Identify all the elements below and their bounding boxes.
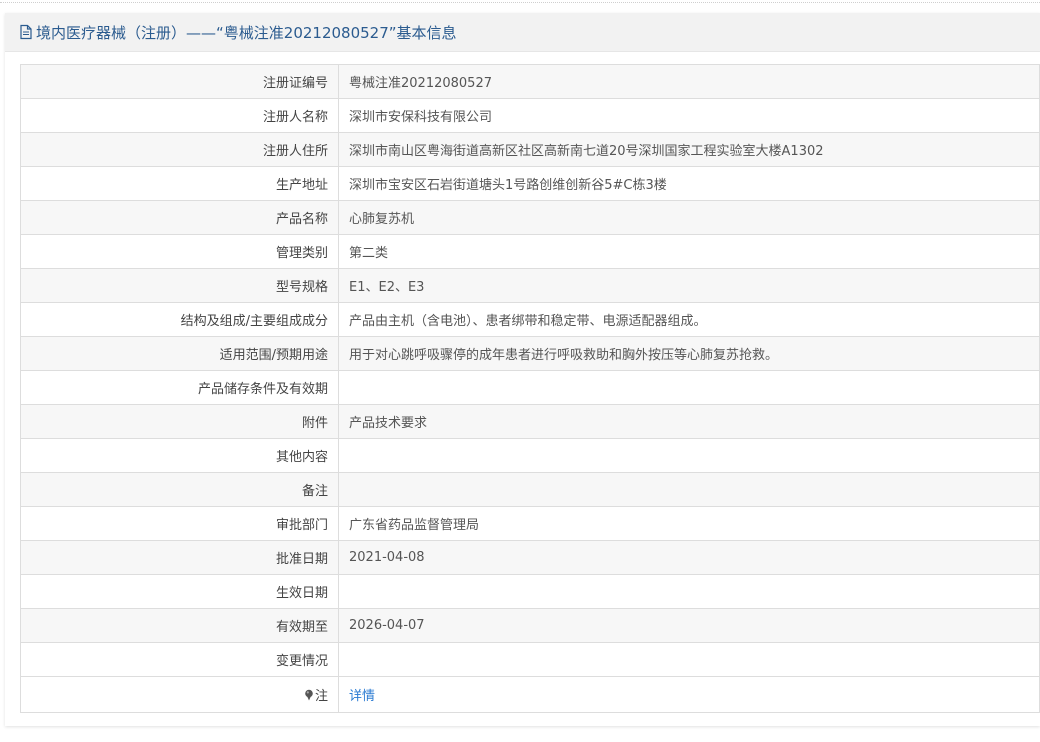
row-value — [338, 472, 1040, 507]
table-row: 型号规格 E1、E2、E3 — [20, 268, 1040, 303]
table-row: 附件 产品技术要求 — [20, 404, 1040, 439]
row-label: 管理类别 — [20, 234, 339, 269]
row-label: 注册人住所 — [20, 132, 339, 167]
table-row-note: 注 详情 — [20, 676, 1040, 713]
row-value: 广东省药品监督管理局 — [338, 506, 1040, 541]
row-value: 粤械注准20212080527 — [338, 64, 1040, 99]
row-value: 深圳市南山区粤海街道高新区社区高新南七道20号深圳国家工程实验室大楼A1302 — [338, 132, 1040, 167]
table-row: 注册人住所 深圳市南山区粤海街道高新区社区高新南七道20号深圳国家工程实验室大楼A… — [20, 132, 1040, 167]
detail-panel: 境内医疗器械（注册）——“粤械注准20212080527”基本信息 注册证编号粤… — [5, 13, 1040, 726]
row-value: 深圳市安保科技有限公司 — [338, 98, 1040, 133]
table-row: 备注 — [20, 472, 1040, 507]
table-row: 变更情况 — [20, 642, 1040, 677]
pin-icon — [304, 689, 314, 701]
table-row: 注册人名称 深圳市安保科技有限公司 — [20, 98, 1040, 133]
row-label: 批准日期 — [20, 540, 339, 575]
row-value: 深圳市宝安区石岩街道塘头1号路创维创新谷5#C栋3楼 — [338, 166, 1040, 201]
table-row: 结构及组成/主要组成成分 产品由主机（含电池）、患者绑带和稳定带、电源适配器组成。 — [20, 302, 1040, 337]
row-label: 变更情况 — [20, 642, 339, 677]
row-label: 审批部门 — [20, 506, 339, 541]
page-title: 境内医疗器械（注册）——“粤械注准20212080527”基本信息 — [36, 23, 457, 42]
row-value: 用于对心跳呼吸骤停的成年患者进行呼吸救助和胸外按压等心肺复苏抢救。 — [338, 336, 1040, 371]
row-value: 产品由主机（含电池）、患者绑带和稳定带、电源适配器组成。 — [338, 302, 1040, 337]
row-label: 有效期至 — [20, 608, 339, 643]
details-link[interactable]: 详情 — [349, 689, 375, 704]
table-row: 生产地址 深圳市宝安区石岩街道塘头1号路创维创新谷5#C栋3楼 — [20, 166, 1040, 201]
row-value: E1、E2、E3 — [338, 268, 1040, 303]
row-value — [338, 438, 1040, 473]
table-row: 审批部门 广东省药品监督管理局 — [20, 506, 1040, 541]
table-row: 适用范围/预期用途 用于对心跳呼吸骤停的成年患者进行呼吸救助和胸外按压等心肺复苏抢… — [20, 336, 1040, 371]
row-label: 注 — [20, 676, 339, 713]
row-value: 2021-04-08 — [338, 540, 1040, 575]
row-value: 详情 — [338, 676, 1040, 713]
row-label: 生效日期 — [20, 574, 339, 609]
row-label: 注册证编号 — [20, 64, 339, 99]
row-label: 附件 — [20, 404, 339, 439]
table-row: 其他内容 — [20, 438, 1040, 473]
row-label: 注册人名称 — [20, 98, 339, 133]
table-row: 批准日期 2021-04-08 — [20, 540, 1040, 575]
row-label: 型号规格 — [20, 268, 339, 303]
table-row: 管理类别 第二类 — [20, 234, 1040, 269]
table-row: 产品名称 心肺复苏机 — [20, 200, 1040, 235]
row-value: 产品技术要求 — [338, 404, 1040, 439]
table-row: 有效期至 2026-04-07 — [20, 608, 1040, 643]
note-label: 注 — [314, 689, 328, 704]
top-dotted-divider — [0, 2, 1040, 4]
table-row: 生效日期 — [20, 574, 1040, 609]
row-value — [338, 642, 1040, 677]
row-label: 其他内容 — [20, 438, 339, 473]
row-label: 适用范围/预期用途 — [20, 336, 339, 371]
table-row: 产品储存条件及有效期 — [20, 370, 1040, 405]
row-label: 结构及组成/主要组成成分 — [20, 302, 339, 337]
row-value: 2026-04-07 — [338, 608, 1040, 643]
row-label: 生产地址 — [20, 166, 339, 201]
row-label: 产品名称 — [20, 200, 339, 235]
table-row: 注册证编号 粤械注准20212080527 — [20, 64, 1040, 99]
panel-header: 境内医疗器械（注册）——“粤械注准20212080527”基本信息 — [5, 13, 1040, 52]
row-value — [338, 370, 1040, 405]
document-icon — [19, 24, 33, 40]
row-value: 心肺复苏机 — [338, 200, 1040, 235]
row-label: 产品储存条件及有效期 — [20, 370, 339, 405]
row-label: 备注 — [20, 472, 339, 507]
row-value — [338, 574, 1040, 609]
row-value: 第二类 — [338, 234, 1040, 269]
detail-table: 注册证编号 粤械注准20212080527 注册人名称 深圳市安保科技有限公司 注册人住… — [20, 64, 1040, 713]
